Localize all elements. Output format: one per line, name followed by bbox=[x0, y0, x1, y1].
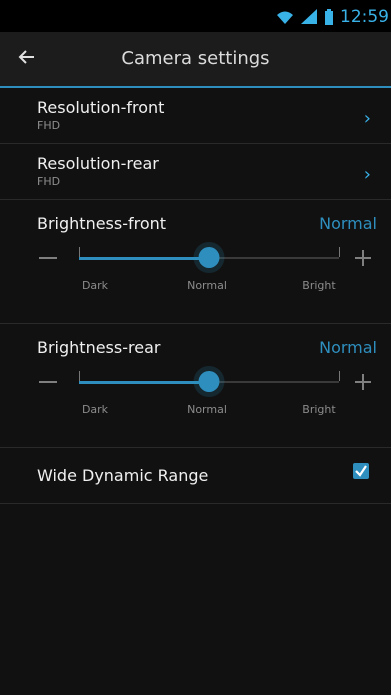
status-icons: 12:59 bbox=[276, 7, 389, 27]
minus-icon[interactable] bbox=[39, 381, 57, 383]
slider-thumb[interactable] bbox=[198, 247, 220, 268]
slider-track[interactable] bbox=[79, 247, 340, 268]
chevron-right-icon: › bbox=[363, 108, 371, 129]
tick-bright bbox=[339, 247, 340, 257]
plus-icon-v[interactable] bbox=[362, 374, 364, 390]
wide-dynamic-range-label: Wide Dynamic Range bbox=[37, 466, 209, 485]
brightness-rear-slider[interactable] bbox=[37, 363, 377, 403]
slider-track[interactable] bbox=[79, 371, 340, 392]
resolution-front-label: Resolution-front bbox=[37, 98, 165, 117]
brightness-front-header: Brightness-front Normal bbox=[37, 214, 377, 233]
setting-resolution-front[interactable]: Resolution-front FHD › bbox=[0, 88, 391, 144]
brightness-front-slider[interactable] bbox=[37, 239, 377, 279]
plus-icon-v[interactable] bbox=[362, 250, 364, 266]
wide-dynamic-range-checkbox[interactable] bbox=[353, 463, 369, 479]
scale-label-dark: Dark bbox=[81, 403, 109, 416]
status-bar: 12:59 bbox=[0, 0, 391, 32]
scale-label-normal: Normal bbox=[187, 279, 227, 292]
brightness-front-label: Brightness-front bbox=[37, 214, 167, 233]
tick-bright bbox=[339, 371, 340, 381]
app-bar: Camera settings bbox=[0, 32, 391, 88]
brightness-front-scale-labels: Dark Normal Bright bbox=[37, 279, 377, 297]
status-time: 12:59 bbox=[340, 7, 389, 27]
tick-dark bbox=[79, 247, 80, 257]
scale-label-normal: Normal bbox=[187, 403, 227, 416]
chevron-right-icon: › bbox=[363, 164, 371, 185]
setting-brightness-rear: Brightness-rear Normal Dark Normal Brigh… bbox=[0, 324, 391, 448]
slider-fill bbox=[79, 381, 209, 384]
scale-label-bright: Bright bbox=[302, 279, 336, 292]
setting-resolution-rear[interactable]: Resolution-rear FHD › bbox=[0, 144, 391, 200]
resolution-front-value: FHD bbox=[37, 119, 61, 132]
page-title: Camera settings bbox=[121, 48, 270, 69]
scale-label-dark: Dark bbox=[81, 279, 109, 292]
brightness-front-value: Normal bbox=[319, 214, 377, 233]
checkmark-icon bbox=[355, 465, 367, 477]
scale-label-bright: Bright bbox=[302, 403, 336, 416]
setting-wide-dynamic-range[interactable]: Wide Dynamic Range bbox=[0, 448, 391, 504]
brightness-rear-scale-labels: Dark Normal Bright bbox=[37, 403, 377, 421]
resolution-rear-value: FHD bbox=[37, 175, 61, 188]
slider-thumb[interactable] bbox=[198, 371, 220, 392]
slider-fill bbox=[79, 257, 209, 260]
resolution-rear-label: Resolution-rear bbox=[37, 154, 159, 173]
minus-icon[interactable] bbox=[39, 257, 57, 259]
brightness-rear-label: Brightness-rear bbox=[37, 338, 161, 357]
brightness-rear-value: Normal bbox=[319, 338, 377, 357]
battery-icon bbox=[324, 9, 334, 25]
signal-icon bbox=[300, 9, 318, 25]
tick-dark bbox=[79, 371, 80, 381]
wifi-icon bbox=[276, 9, 294, 25]
setting-brightness-front: Brightness-front Normal Dark Normal Brig… bbox=[0, 200, 391, 324]
brightness-rear-header: Brightness-rear Normal bbox=[37, 338, 377, 357]
